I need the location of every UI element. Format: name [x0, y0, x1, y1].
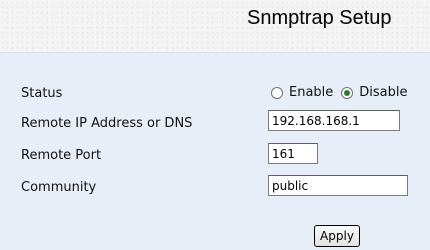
status-enable-radio[interactable]: [271, 86, 283, 99]
community-label: Community: [21, 180, 97, 195]
status-disable-label[interactable]: Disable: [359, 85, 407, 100]
remote-ip-input[interactable]: [268, 110, 400, 131]
status-enable-label[interactable]: Enable: [289, 85, 333, 100]
status-radio-group: Enable Disable: [271, 85, 416, 100]
remote-port-input[interactable]: [268, 143, 318, 164]
remote-port-label: Remote Port: [21, 148, 102, 163]
header-band: Snmptrap Setup: [0, 0, 430, 52]
remote-ip-label: Remote IP Address or DNS: [21, 116, 193, 131]
apply-button[interactable]: Apply: [314, 225, 360, 247]
status-disable-radio[interactable]: [341, 86, 354, 99]
status-label: Status: [21, 86, 63, 101]
page-title: Snmptrap Setup: [247, 7, 392, 29]
community-input[interactable]: [268, 175, 408, 196]
snmptrap-setup-page: Snmptrap Setup Status Enable Disable Rem…: [0, 0, 430, 250]
